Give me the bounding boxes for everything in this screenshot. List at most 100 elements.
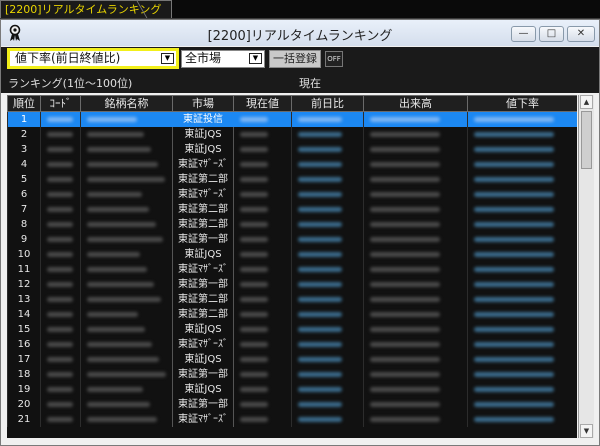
column-header-change[interactable]: 前日比 — [291, 95, 364, 112]
market-select[interactable]: 全市場 ▼ — [181, 50, 265, 68]
table-row[interactable]: 3 東証JQS — [7, 142, 577, 157]
rank-cell: 21 — [7, 412, 41, 427]
market-cell: 東証ﾏｻﾞｰｽﾞ — [172, 157, 234, 172]
table-row[interactable]: 19 東証JQS — [7, 382, 577, 397]
ranking-type-select[interactable]: 値下率(前日終値比) ▼ — [7, 48, 179, 69]
code-cell — [40, 202, 81, 217]
redacted-value — [87, 251, 140, 257]
redacted-value — [47, 401, 73, 407]
price-cell — [233, 217, 292, 232]
redacted-value — [370, 386, 440, 392]
table-row[interactable]: 20 東証第一部 — [7, 397, 577, 412]
table-row[interactable]: 10 東証JQS — [7, 247, 577, 262]
table-row[interactable]: 4 東証ﾏｻﾞｰｽﾞ — [7, 157, 577, 172]
redacted-value — [47, 416, 73, 422]
table-row[interactable]: 17 東証JQS — [7, 352, 577, 367]
price-cell — [233, 247, 292, 262]
redacted-value — [87, 191, 142, 197]
table-row[interactable]: 1 東証投信 — [7, 111, 577, 127]
price-cell — [233, 202, 292, 217]
column-header-price[interactable]: 現在値 — [233, 95, 292, 112]
redacted-value — [240, 146, 268, 152]
volume-cell — [363, 142, 468, 157]
chevron-down-icon[interactable]: ▼ — [249, 53, 262, 64]
table-row[interactable]: 15 東証JQS — [7, 322, 577, 337]
change-cell — [291, 292, 364, 307]
redacted-value — [87, 401, 150, 407]
table-row[interactable]: 11 東証ﾏｻﾞｰｽﾞ — [7, 262, 577, 277]
redacted-value — [47, 221, 73, 227]
rank-cell: 18 — [7, 367, 41, 382]
scrollbar-thumb[interactable] — [581, 111, 592, 169]
table-row[interactable]: 21 東証ﾏｻﾞｰｽﾞ — [7, 412, 577, 427]
change-cell — [291, 142, 364, 157]
ranking-table[interactable]: 順位 ｺｰﾄﾞ 銘柄名称 市場 現在値 前日比 出来高 値下率 1 東証投信 2 東証… — [7, 95, 577, 438]
redacted-value — [474, 161, 554, 167]
redacted-value — [298, 386, 342, 392]
table-row[interactable]: 2 東証JQS — [7, 127, 577, 142]
scroll-up-icon[interactable]: ▲ — [580, 95, 593, 109]
bulk-register-button[interactable]: 一括登録 — [269, 50, 321, 68]
market-cell: 東証ﾏｻﾞｰｽﾞ — [172, 187, 234, 202]
redacted-value — [370, 116, 440, 122]
market-cell: 東証第一部 — [172, 397, 234, 412]
column-header-rank[interactable]: 順位 — [7, 95, 41, 112]
redacted-value — [298, 311, 342, 317]
redacted-value — [370, 161, 440, 167]
table-row[interactable]: 13 東証第二部 — [7, 292, 577, 307]
decline-rate-cell — [467, 127, 577, 142]
redacted-value — [298, 266, 342, 272]
column-header-decline-rate[interactable]: 値下率 — [467, 95, 577, 112]
redacted-value — [240, 251, 268, 257]
column-header-market[interactable]: 市場 — [172, 95, 234, 112]
table-scrollbar[interactable]: ▲ ▼ — [578, 95, 594, 438]
table-row[interactable]: 8 東証第二部 — [7, 217, 577, 232]
chevron-down-icon[interactable]: ▼ — [161, 53, 174, 64]
price-cell — [233, 292, 292, 307]
decline-rate-cell — [467, 232, 577, 247]
name-cell — [80, 322, 173, 337]
table-row[interactable]: 16 東証ﾏｻﾞｰｽﾞ — [7, 337, 577, 352]
redacted-value — [370, 191, 440, 197]
column-header-name[interactable]: 銘柄名称 — [80, 95, 173, 112]
column-header-code[interactable]: ｺｰﾄﾞ — [40, 95, 81, 112]
redacted-value — [370, 281, 440, 287]
redacted-value — [240, 116, 268, 122]
redacted-value — [370, 326, 440, 332]
name-cell — [80, 111, 173, 127]
table-row[interactable]: 9 東証第一部 — [7, 232, 577, 247]
maximize-button[interactable]: □ — [539, 26, 564, 42]
redacted-value — [47, 371, 73, 377]
redacted-value — [474, 371, 554, 377]
volume-cell — [363, 157, 468, 172]
name-cell — [80, 202, 173, 217]
name-cell — [80, 397, 173, 412]
table-row[interactable]: 6 東証ﾏｻﾞｰｽﾞ — [7, 187, 577, 202]
redacted-value — [47, 176, 73, 182]
redacted-value — [474, 221, 554, 227]
table-row[interactable]: 18 東証第一部 — [7, 367, 577, 382]
decline-rate-cell — [467, 337, 577, 352]
code-cell — [40, 337, 81, 352]
auto-update-toggle[interactable]: OFF — [325, 51, 343, 67]
table-row[interactable]: 14 東証第二部 — [7, 307, 577, 322]
name-cell — [80, 292, 173, 307]
market-cell: 東証JQS — [172, 352, 234, 367]
scroll-down-icon[interactable]: ▼ — [580, 424, 593, 438]
market-value: 全市場 — [185, 51, 222, 65]
minimize-button[interactable]: — — [511, 26, 536, 42]
table-row[interactable]: 7 東証第二部 — [7, 202, 577, 217]
redacted-value — [240, 401, 268, 407]
rank-cell: 8 — [7, 217, 41, 232]
table-header: 順位 ｺｰﾄﾞ 銘柄名称 市場 現在値 前日比 出来高 値下率 — [7, 95, 577, 112]
close-button[interactable]: ✕ — [567, 26, 595, 42]
market-cell: 東証ﾏｻﾞｰｽﾞ — [172, 337, 234, 352]
price-cell — [233, 127, 292, 142]
volume-cell — [363, 247, 468, 262]
name-cell — [80, 127, 173, 142]
rank-cell: 11 — [7, 262, 41, 277]
redacted-value — [298, 251, 342, 257]
table-row[interactable]: 5 東証第二部 — [7, 172, 577, 187]
table-row[interactable]: 12 東証第一部 — [7, 277, 577, 292]
column-header-volume[interactable]: 出来高 — [363, 95, 468, 112]
